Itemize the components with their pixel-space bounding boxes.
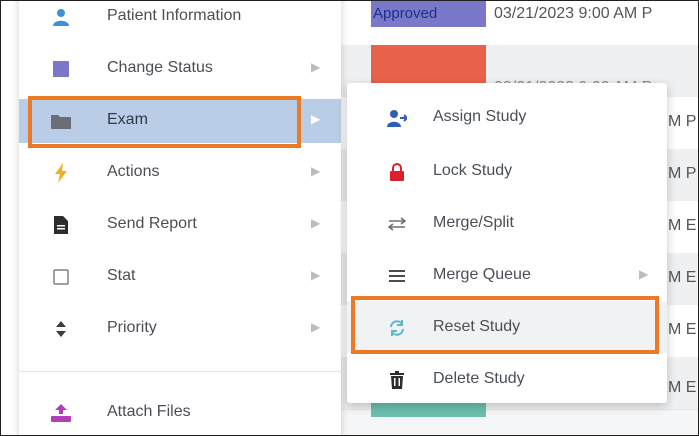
submenu-item-label: Delete Study — [433, 370, 525, 387]
row-datetime: M E — [668, 321, 697, 338]
menu-item-attach-files[interactable]: Attach Files — [19, 391, 341, 435]
checkbox-icon — [51, 267, 71, 287]
exam-submenu: Assign Study Lock Study Merge/Split Merg… — [347, 83, 667, 403]
menu-item-label: Attach Files — [107, 403, 191, 420]
row-datetime: M P — [668, 165, 697, 182]
submenu-item-label: Lock Study — [433, 162, 513, 179]
menu-item-label: Priority — [107, 319, 157, 336]
chevron-right-icon: ▶ — [639, 267, 649, 281]
menu-item-stat[interactable]: Stat ▶ — [19, 255, 341, 299]
highlight-outline-reset-study — [351, 296, 659, 354]
row-datetime: M E — [668, 269, 697, 286]
menu-item-label: Actions — [107, 163, 160, 180]
row-datetime: M P — [668, 113, 697, 130]
chevron-right-icon: ▶ — [311, 112, 321, 126]
submenu-item-assign-study[interactable]: Assign Study — [347, 91, 667, 143]
screenshot-frame: Approved 03/21/2023 9:00 AM P 03/21/2023… — [0, 0, 699, 436]
menu-item-priority[interactable]: Priority ▶ — [19, 307, 341, 351]
menu-item-actions[interactable]: Actions ▶ — [19, 151, 341, 195]
submenu-item-merge-queue[interactable]: Merge Queue ▶ — [347, 249, 667, 301]
chevron-right-icon: ▶ — [311, 164, 321, 178]
highlight-outline-exam — [28, 96, 301, 148]
chevron-right-icon: ▶ — [311, 320, 321, 334]
chevron-right-icon: ▶ — [311, 216, 321, 230]
document-icon — [51, 215, 71, 235]
context-menu: Patient Information Change Status ▶ Exam… — [19, 1, 341, 435]
trash-icon — [387, 370, 407, 390]
menu-item-patient-information[interactable]: Patient Information — [19, 1, 341, 39]
menu-item-send-report[interactable]: Send Report ▶ — [19, 203, 341, 247]
upload-person-icon — [51, 403, 71, 423]
list-icon — [387, 266, 407, 286]
menu-item-label: Change Status — [107, 59, 213, 76]
person-icon — [51, 7, 71, 27]
menu-item-change-status[interactable]: Change Status ▶ — [19, 47, 341, 91]
status-badge — [371, 45, 486, 83]
sort-icon — [51, 319, 71, 339]
submenu-item-label: Merge Queue — [433, 266, 531, 283]
submenu-item-label: Merge/Split — [433, 214, 514, 231]
chevron-right-icon: ▶ — [311, 268, 321, 282]
row-datetime: M E — [668, 379, 697, 396]
submenu-item-lock-study[interactable]: Lock Study — [347, 145, 667, 197]
submenu-item-label: Assign Study — [433, 108, 527, 125]
menu-item-label: Stat — [107, 267, 136, 284]
row-datetime: M E — [668, 217, 697, 234]
status-badge: Approved — [371, 1, 486, 27]
submenu-item-delete-study[interactable]: Delete Study — [347, 353, 667, 405]
menu-item-label: Patient Information — [107, 7, 242, 24]
lock-icon — [387, 162, 407, 182]
menu-item-label: Send Report — [107, 215, 197, 232]
bolt-icon — [51, 163, 71, 183]
submenu-item-merge-split[interactable]: Merge/Split — [347, 197, 667, 249]
chevron-right-icon: ▶ — [311, 60, 321, 74]
arrows-icon — [387, 214, 407, 234]
table-row[interactable]: Approved 03/21/2023 9:00 AM P — [336, 1, 698, 46]
assign-user-icon — [387, 108, 407, 128]
square-icon — [51, 59, 71, 79]
menu-divider — [19, 371, 341, 372]
row-datetime: 03/21/2023 9:00 AM P — [494, 5, 653, 22]
